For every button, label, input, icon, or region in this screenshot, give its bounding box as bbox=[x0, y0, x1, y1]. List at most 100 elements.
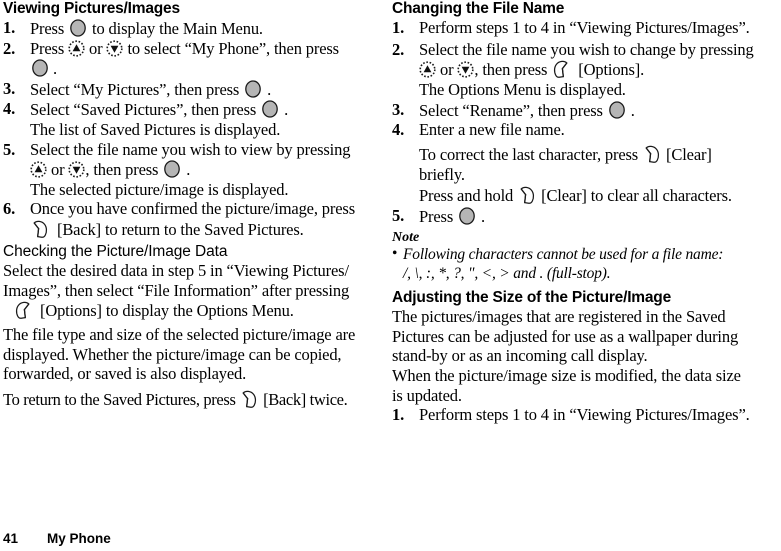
center-select-key-icon bbox=[607, 100, 627, 120]
step-result-text: The list of Saved Pictures is displayed. bbox=[30, 119, 281, 139]
step-number: 1. bbox=[392, 18, 405, 37]
step-text-part: or bbox=[436, 60, 458, 80]
correct-character-before: To correct the last character, press bbox=[419, 144, 643, 164]
adjusting-size-steps: 1. Perform steps 1 to 4 in “Viewing Pict… bbox=[392, 405, 781, 425]
step-result-text: The selected picture/image is displayed. bbox=[30, 179, 289, 199]
checking-paragraph-line3: [Options] to display the Options Menu. bbox=[3, 300, 384, 321]
step-text-part: [Back] to return to the Saved Pictures. bbox=[53, 219, 304, 239]
step-text-part: . bbox=[182, 160, 191, 180]
step-item: 5. Press . bbox=[392, 206, 781, 227]
adjusting-paragraph2-line2: is updated. bbox=[392, 385, 462, 405]
step-item: 1. Perform steps 1 to 4 in “Viewing Pict… bbox=[392, 405, 781, 425]
file-info-paragraph-line2: displayed. Whether the picture/image can… bbox=[3, 344, 342, 364]
step-continuation: [Back] to return to the Saved Pictures. bbox=[30, 219, 384, 240]
adjusting-paragraph2-line1: When the picture/image size is modified,… bbox=[392, 365, 741, 385]
step-item: 1. Perform steps 1 to 4 in “Viewing Pict… bbox=[392, 18, 781, 38]
step-number: 1. bbox=[3, 18, 16, 37]
step-text-part: [Options]. bbox=[574, 60, 645, 80]
note-heading: Note bbox=[392, 230, 420, 246]
step-text-part: . bbox=[477, 206, 486, 226]
heading-adjusting-size-picture-image: Adjusting the Size of the Picture/Image bbox=[392, 289, 671, 307]
heading-changing-file-name: Changing the File Name bbox=[392, 0, 565, 17]
return-instruction-before: To return to the Saved Pictures, press bbox=[3, 389, 240, 409]
step-text-part: , then press bbox=[85, 160, 163, 180]
step-number: 1. bbox=[392, 405, 405, 425]
step-text-part: . bbox=[626, 100, 635, 120]
right-softkey-icon bbox=[30, 219, 50, 240]
checking-paragraph-line1: Select the desired data in step 5 in “Vi… bbox=[3, 260, 349, 280]
note-list-item: • Following characters cannot be used for… bbox=[392, 245, 781, 283]
navigation-down-key-icon bbox=[106, 39, 124, 57]
step-item: 1. Press to display the Main Menu. bbox=[3, 18, 384, 39]
step-number: 5. bbox=[3, 139, 16, 159]
step-text-part: . bbox=[263, 79, 272, 99]
left-column: Viewing Pictures/Images 1. Press to disp… bbox=[3, 0, 384, 410]
step-item: 5. Select the file name you wish to view… bbox=[3, 140, 384, 200]
center-select-key-icon bbox=[68, 18, 88, 38]
step-text-part: or bbox=[47, 160, 69, 180]
correct-character-instruction: To correct the last character, press [Cl… bbox=[419, 144, 781, 165]
step-text-part: Press bbox=[30, 38, 69, 58]
step-text-part: Select the file name you wish to change … bbox=[419, 39, 754, 59]
step-number: 4. bbox=[392, 120, 405, 140]
checking-paragraph-line2: Images”, then select “File Information” … bbox=[3, 280, 350, 300]
step-item: 3. Select “Rename”, then press . bbox=[392, 100, 781, 121]
step-text-part: Press bbox=[419, 206, 458, 226]
right-softkey-icon bbox=[642, 144, 662, 165]
adjusting-paragraph-line1: The pictures/images that are registered … bbox=[392, 307, 726, 327]
navigation-down-key-icon bbox=[457, 61, 475, 78]
step-text-part: Select “Saved Pictures”, then press bbox=[30, 100, 261, 120]
step-text-part: or bbox=[85, 38, 107, 58]
navigation-down-key-icon bbox=[68, 161, 86, 178]
heading-checking-picture-image-data: Checking the Picture/Image Data bbox=[3, 242, 228, 260]
clear-all-instruction: Press and hold [Clear] to clear all char… bbox=[419, 185, 781, 206]
step-text: Perform steps 1 to 4 in “Viewing Picture… bbox=[419, 18, 750, 37]
step-text: Perform steps 1 to 4 in “Viewing Picture… bbox=[419, 405, 750, 425]
correct-character-line2: briefly. bbox=[419, 164, 465, 184]
step-text-part: Enter a new file name. bbox=[419, 120, 565, 140]
center-select-key-icon bbox=[243, 79, 263, 99]
left-softkey-icon bbox=[13, 300, 33, 321]
step-text-part: to display the Main Menu. bbox=[88, 19, 263, 38]
page-footer: 41 My Phone bbox=[3, 531, 778, 547]
step-item: 3. Select “My Pictures”, then press . bbox=[3, 79, 384, 100]
step-text-part: Once you have confirmed the picture/imag… bbox=[30, 199, 355, 219]
checking-paragraph-line3-text: [Options] to display the Options Menu. bbox=[36, 301, 294, 321]
file-info-paragraph-line3: forwarded, or saved is also displayed. bbox=[3, 364, 247, 384]
step-number: 2. bbox=[392, 39, 405, 59]
bullet-icon: • bbox=[392, 245, 398, 263]
step-continuation: . bbox=[30, 58, 384, 79]
step-item: 4. Enter a new file name. To correct the… bbox=[392, 120, 781, 205]
navigation-up-key-icon bbox=[30, 161, 47, 178]
clear-all-before: Press and hold bbox=[419, 185, 518, 205]
navigation-up-key-icon bbox=[68, 39, 85, 57]
note-forbidden-characters: /, \, :, *, ?, ", <, > and . (full-stop)… bbox=[403, 264, 611, 282]
step-number: 3. bbox=[392, 99, 405, 119]
step-number: 3. bbox=[3, 78, 16, 98]
step-item: 2. Press or to select “My Phone”, then p… bbox=[3, 39, 384, 79]
step-text-part: Press bbox=[30, 19, 69, 38]
step-text-part: Select the file name you wish to view by… bbox=[30, 139, 351, 159]
step-text-part: , then press bbox=[474, 60, 552, 80]
step-item: 2. Select the file name you wish to chan… bbox=[392, 40, 781, 100]
adjusting-paragraph-line2: Pictures can be adjusted for use as a wa… bbox=[392, 326, 739, 346]
navigation-up-key-icon bbox=[419, 61, 436, 78]
right-softkey-icon bbox=[239, 389, 259, 410]
step-result-text: The Options Menu is displayed. bbox=[419, 80, 626, 100]
center-select-key-icon bbox=[457, 206, 477, 226]
clear-all-after: [Clear] to clear all characters. bbox=[537, 185, 732, 205]
step-continuation: or , then press . bbox=[30, 159, 384, 180]
center-select-key-icon bbox=[30, 58, 50, 78]
return-instruction-after: [Back] twice. bbox=[259, 389, 348, 409]
step-text-part: Select “Rename”, then press bbox=[419, 100, 607, 120]
changing-file-name-steps: 1. Perform steps 1 to 4 in “Viewing Pict… bbox=[392, 18, 781, 226]
center-select-key-icon bbox=[162, 159, 182, 179]
footer-chapter-title: My Phone bbox=[47, 531, 111, 546]
viewing-pictures-steps: 1. Press to display the Main Menu. 2. Pr… bbox=[3, 18, 384, 240]
file-info-paragraph-line1: The file type and size of the selected p… bbox=[3, 325, 356, 345]
step-text-part: Select “My Pictures”, then press bbox=[30, 79, 244, 99]
correct-character-after: [Clear] bbox=[662, 144, 712, 164]
step-text-part: to select “My Phone”, then press bbox=[123, 38, 339, 58]
center-select-key-icon bbox=[260, 99, 280, 119]
step-number: 4. bbox=[3, 99, 16, 119]
